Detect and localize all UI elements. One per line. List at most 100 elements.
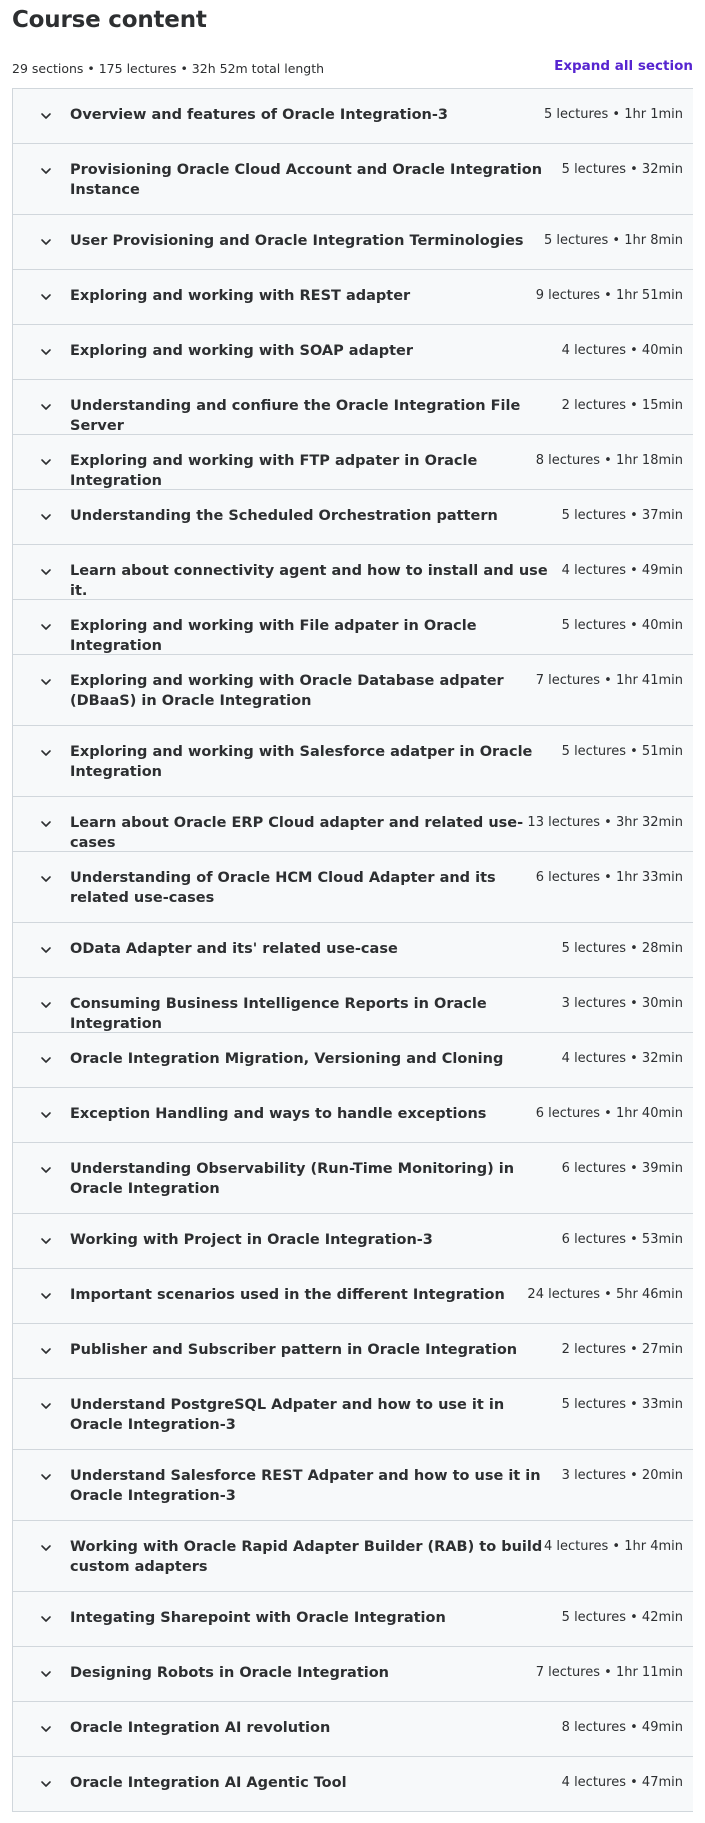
section-header[interactable]: Working with Oracle Rapid Adapter Builde… [13,1521,693,1592]
chevron-down-icon[interactable] [39,620,53,634]
chevron-down-icon[interactable] [39,1399,53,1413]
course-content: Course content 29 sections • 175 lecture… [0,0,693,1812]
chevron-down-icon[interactable] [39,1234,53,1248]
section-title: Provisioning Oracle Cloud Account and Or… [70,162,543,198]
section-title: Exploring and working with FTP adpater i… [70,453,478,489]
section-meta: 4 lectures • 49min [561,563,683,578]
chevron-down-icon[interactable] [39,290,53,304]
page-title: Course content [12,7,207,33]
chevron-down-icon[interactable] [39,675,53,689]
chevron-down-icon[interactable] [39,998,53,1012]
section-header[interactable]: Understanding Observability (Run-Time Mo… [13,1143,693,1214]
chevron-down-icon[interactable] [39,817,53,831]
section-meta: 5 lectures • 33min [561,1397,683,1412]
section-header[interactable]: Exploring and working with Salesforce ad… [13,726,693,797]
section-header[interactable]: Exploring and working with FTP adpater i… [13,435,693,490]
chevron-down-icon[interactable] [39,345,53,359]
chevron-down-icon[interactable] [39,1777,53,1791]
section-header[interactable]: Provisioning Oracle Cloud Account and Or… [13,144,693,215]
section-header[interactable]: Exploring and working with File adpater … [13,600,693,655]
section-header[interactable]: Exploring and working with REST adapter 9… [13,270,693,325]
section-meta: 2 lectures • 15min [561,398,683,413]
section-header[interactable]: Exception Handling and ways to handle ex… [13,1088,693,1143]
section-meta: 5 lectures • 40min [561,618,683,633]
section-header[interactable]: Overview and features of Oracle Integrat… [13,89,693,144]
chevron-down-icon[interactable] [39,943,53,957]
chevron-down-icon[interactable] [39,510,53,524]
expand-all-button[interactable]: Expand all section [554,58,693,74]
section-header[interactable]: Consuming Business Intelligence Reports … [13,978,693,1033]
section-header[interactable]: Understanding the Scheduled Orchestratio… [13,490,693,545]
chevron-down-icon[interactable] [39,1053,53,1067]
chevron-down-icon[interactable] [39,1163,53,1177]
section-header[interactable]: Oracle Integration Migration, Versioning… [13,1033,693,1088]
section-meta: 8 lectures • 1hr 18min [535,453,683,468]
section-meta: 2 lectures • 27min [561,1342,683,1357]
section-title: Understand Salesforce REST Adpater and h… [70,1468,541,1504]
section-meta: 5 lectures • 1hr 8min [543,233,683,248]
section-header[interactable]: Oracle Integration AI Agentic Tool 4 lect… [13,1757,693,1812]
section-title: Oracle Integration Migration, Versioning… [70,1051,504,1067]
chevron-down-icon[interactable] [39,235,53,249]
section-header[interactable]: Important scenarios used in the differen… [13,1269,693,1324]
chevron-down-icon[interactable] [39,872,53,886]
section-meta: 5 lectures • 51min [561,744,683,759]
section-header[interactable]: Publisher and Subscriber pattern in Orac… [13,1324,693,1379]
chevron-down-icon[interactable] [39,746,53,760]
section-title: Exploring and working with Salesforce ad… [70,744,533,780]
section-title: Exploring and working with SOAP adapter [70,343,414,359]
section-meta: 3 lectures • 30min [561,996,683,1011]
section-title: Publisher and Subscriber pattern in Orac… [70,1342,518,1358]
chevron-down-icon[interactable] [39,400,53,414]
chevron-down-icon[interactable] [39,1108,53,1122]
section-meta: 5 lectures • 32min [561,162,683,177]
section-title: Understand PostgreSQL Adpater and how to… [70,1397,505,1433]
chevron-down-icon[interactable] [39,1722,53,1736]
chevron-down-icon[interactable] [39,1344,53,1358]
section-meta: 8 lectures • 49min [561,1720,683,1735]
section-header[interactable]: OData Adapter and its' related use-case 5… [13,923,693,978]
section-header[interactable]: User Provisioning and Oracle Integration… [13,215,693,270]
chevron-down-icon[interactable] [39,565,53,579]
chevron-down-icon[interactable] [39,1470,53,1484]
chevron-down-icon[interactable] [39,1289,53,1303]
chevron-down-icon[interactable] [39,1667,53,1681]
section-header[interactable]: Understand Salesforce REST Adpater and h… [13,1450,693,1521]
chevron-down-icon[interactable] [39,164,53,178]
course-summary: 29 sections • 175 lectures • 32h 52m tot… [12,61,325,76]
section-title: Exploring and working with Oracle Databa… [70,673,504,709]
section-meta: 6 lectures • 53min [561,1232,683,1247]
section-meta: 6 lectures • 1hr 40min [535,1106,683,1121]
chevron-down-icon[interactable] [39,109,53,123]
section-meta: 5 lectures • 28min [561,941,683,956]
section-header[interactable]: Exploring and working with Oracle Databa… [13,655,693,726]
course-summary-bar: 29 sections • 175 lectures • 32h 52m tot… [12,45,693,88]
chevron-down-icon[interactable] [39,1541,53,1555]
section-header[interactable]: Understanding of Oracle HCM Cloud Adapte… [13,852,693,923]
section-header[interactable]: Understanding and confiure the Oracle In… [13,380,693,435]
section-title: Learn about connectivity agent and how t… [70,563,548,599]
section-meta: 5 lectures • 37min [561,508,683,523]
chevron-down-icon[interactable] [39,1612,53,1626]
section-header[interactable]: Understand PostgreSQL Adpater and how to… [13,1379,693,1450]
section-meta: 6 lectures • 39min [561,1161,683,1176]
section-title: Integating Sharepoint with Oracle Integr… [70,1610,446,1626]
section-title: Exception Handling and ways to handle ex… [70,1106,487,1122]
section-header[interactable]: Learn about Oracle ERP Cloud adapter and… [13,797,693,852]
section-meta: 7 lectures • 1hr 41min [535,673,683,688]
section-meta: 5 lectures • 42min [561,1610,683,1625]
section-title: Working with Oracle Rapid Adapter Builde… [70,1539,543,1575]
section-meta: 7 lectures • 1hr 11min [535,1665,683,1680]
section-meta: 3 lectures • 20min [561,1468,683,1483]
chevron-down-icon[interactable] [39,455,53,469]
section-title: Consuming Business Intelligence Reports … [70,996,487,1032]
section-header[interactable]: Oracle Integration AI revolution 8 lectur… [13,1702,693,1757]
section-header[interactable]: Exploring and working with SOAP adapter 4… [13,325,693,380]
section-title: Exploring and working with File adpater … [70,618,477,654]
section-header[interactable]: Learn about connectivity agent and how t… [13,545,693,600]
section-title: Oracle Integration AI Agentic Tool [70,1775,347,1791]
section-title: Exploring and working with REST adapter [70,288,411,304]
section-header[interactable]: Designing Robots in Oracle Integration 7 … [13,1647,693,1702]
section-header[interactable]: Integating Sharepoint with Oracle Integr… [13,1592,693,1647]
section-header[interactable]: Working with Project in Oracle Integrati… [13,1214,693,1269]
